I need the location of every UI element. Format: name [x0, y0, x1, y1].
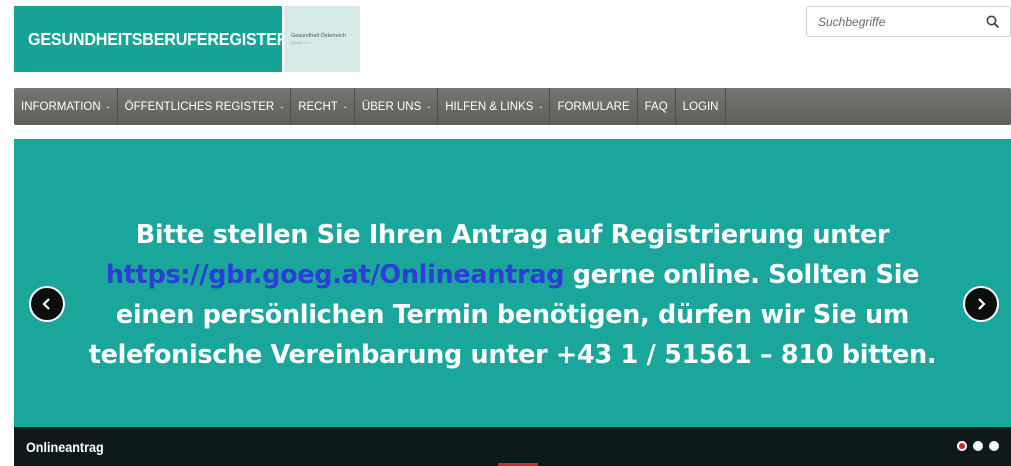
slide-caption: Onlineantrag — [26, 438, 104, 455]
search-input[interactable] — [818, 14, 978, 29]
dropdown-caret-icon: - — [539, 101, 543, 112]
hero-carousel: Bitte stellen Sie Ihren Antrag auf Regis… — [14, 139, 1011, 466]
onlineantrag-link[interactable]: https://gbr.goeg.at/Onlineantrag — [106, 260, 565, 290]
partner-name: Gesundheit Österreich — [291, 33, 347, 39]
nav-label: ÜBER UNS — [361, 100, 422, 113]
slide-line-1: Bitte stellen Sie Ihren Antrag auf Regis… — [135, 220, 890, 250]
nav-item-information[interactable]: INFORMATION - — [14, 88, 118, 125]
nav-label: RECHT — [298, 100, 338, 113]
nav-label: HILFEN & LINKS — [445, 100, 534, 113]
nav-item-hilfen-links[interactable]: HILFEN & LINKS - — [438, 88, 551, 125]
nav-label: ÖFFENTLICHES REGISTER — [124, 100, 275, 113]
dropdown-caret-icon: - — [106, 101, 110, 112]
slide-line-2: https://gbr.goeg.at/Onlineantrag gerne o… — [14, 255, 1011, 295]
chevron-right-icon — [978, 298, 986, 310]
slide-message: Bitte stellen Sie Ihren Antrag auf Regis… — [14, 215, 1011, 375]
slide-line-2-rest: gerne online. Sollten Sie — [564, 260, 920, 290]
carousel-dot[interactable] — [973, 441, 983, 451]
chevron-left-icon — [42, 298, 50, 310]
nav-label: INFORMATION — [21, 100, 101, 113]
logo-text: GESUNDHEITSBERUFEREGISTER — [28, 28, 289, 49]
slide-caption-bar: Onlineantrag — [14, 427, 1011, 466]
carousel-dot[interactable] — [957, 441, 967, 451]
search-icon[interactable] — [986, 15, 1000, 29]
search-box — [806, 6, 1011, 37]
nav-item-oeffentliches-register[interactable]: ÖFFENTLICHES REGISTER - — [118, 88, 292, 125]
carousel-indicators — [957, 441, 999, 451]
carousel-prev-button[interactable] — [29, 286, 65, 322]
nav-item-login[interactable]: LOGIN — [676, 88, 727, 125]
main-navigation: INFORMATION - ÖFFENTLICHES REGISTER - RE… — [14, 88, 1011, 125]
site-logo[interactable]: GESUNDHEITSBERUFEREGISTER — [14, 6, 288, 72]
nav-label: LOGIN — [682, 100, 719, 113]
dropdown-caret-icon: - — [280, 101, 284, 112]
carousel-dot[interactable] — [989, 441, 999, 451]
nav-item-ueber-uns[interactable]: ÜBER UNS - — [355, 88, 439, 125]
dropdown-caret-icon: - — [343, 101, 347, 112]
nav-label: FAQ — [644, 100, 668, 113]
partner-sub: GmbH • • • — [291, 40, 311, 45]
nav-item-recht[interactable]: RECHT - — [291, 88, 355, 125]
nav-item-formulare[interactable]: FORMULARE — [550, 88, 638, 125]
partner-logo[interactable]: Gesundheit Österreich GmbH • • • — [284, 6, 360, 72]
site-header: GESUNDHEITSBERUFEREGISTER Gesundheit Öst… — [0, 0, 1011, 85]
slide-line-4: telefonische Vereinbarung unter +43 1 / … — [88, 340, 937, 370]
nav-item-faq[interactable]: FAQ — [638, 88, 676, 125]
dropdown-caret-icon: - — [427, 101, 431, 112]
carousel-next-button[interactable] — [963, 286, 999, 322]
nav-label: FORMULARE — [557, 100, 630, 113]
slide-line-3: einen persönlichen Termin benötigen, dür… — [115, 300, 910, 330]
